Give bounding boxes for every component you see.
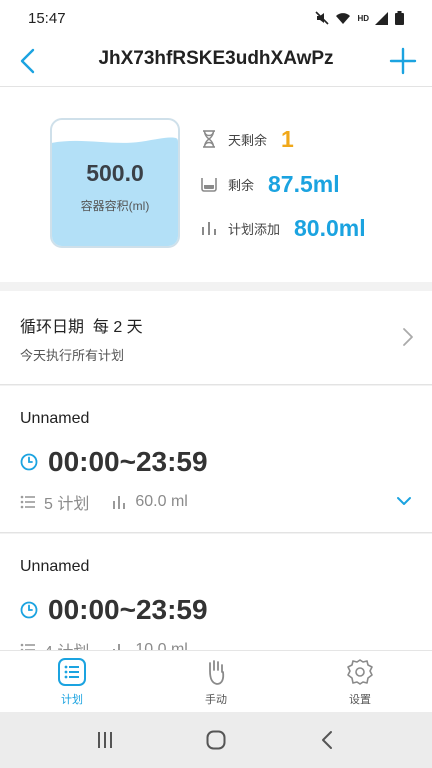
plan-volume: 10.0 ml — [135, 641, 188, 650]
app-bar: JhX73hfRSKE3udhXAwPz — [0, 36, 432, 87]
back-icon — [321, 731, 332, 749]
stat-planned-addition: 计划添加 80.0ml — [198, 213, 366, 243]
stat-value: 80.0ml — [294, 214, 366, 241]
stat-label: 剩余 — [228, 177, 255, 193]
mute-icon — [315, 11, 330, 25]
stat-label: 计划添加 — [228, 221, 281, 237]
bar-chart-small-icon — [113, 644, 121, 650]
stat-value: 87.5ml — [268, 170, 340, 197]
plan-time-range: 00:00~23:59 — [48, 446, 208, 477]
plan-count: 5 计划 — [44, 496, 90, 513]
tank-overview-card: 500.0 容器容积(ml) 天剩余 1 剩余 87.5ml 计划添加 80.0… — [0, 87, 432, 282]
plan-name: Unnamed — [20, 558, 90, 575]
plan-time-row: 00:00~23:59 — [20, 594, 208, 626]
gear-icon — [347, 659, 373, 685]
tab-label: 计划 — [61, 694, 83, 706]
plan-meta: 5 计划 60.0 ml — [20, 490, 188, 514]
bar-chart-small-icon — [113, 496, 126, 509]
tank-capacity-label: 容器容积(ml) — [80, 199, 150, 213]
tab-plan[interactable]: 计划 — [0, 651, 144, 713]
stat-label: 天剩余 — [228, 132, 268, 148]
plan-card[interactable]: Unnamed 00:00~23:59 5 计划 60.0 ml — [0, 386, 432, 533]
network-badge: HD — [357, 13, 369, 23]
home-icon — [206, 730, 226, 750]
hand-icon — [209, 660, 225, 685]
tab-manual[interactable]: 手动 — [144, 651, 288, 713]
list-small-icon — [20, 643, 35, 650]
signal-icon — [375, 11, 388, 25]
tab-label: 设置 — [349, 694, 371, 706]
hourglass-icon — [203, 130, 215, 148]
add-button[interactable] — [388, 44, 418, 78]
status-bar: 15:47 HD — [0, 0, 432, 36]
cup-icon — [201, 178, 217, 192]
stat-remaining: 剩余 87.5ml — [198, 169, 340, 199]
battery-icon — [395, 11, 404, 25]
chevron-right-icon — [403, 328, 413, 346]
tank-capacity-value: 500.0 — [86, 160, 144, 186]
stat-value: 1 — [281, 125, 294, 152]
wifi-icon — [336, 12, 351, 24]
back-button[interactable] — [14, 44, 44, 78]
system-nav-bar — [0, 712, 432, 768]
cycle-title: 循环日期 每 2 天 — [20, 319, 143, 336]
plan-time-row: 00:00~23:59 — [20, 446, 208, 478]
bottom-tab-bar: 计划 手动 设置 — [0, 650, 432, 713]
bar-chart-icon — [202, 222, 216, 235]
plus-icon — [389, 47, 417, 75]
list-small-icon — [20, 495, 35, 509]
tank-graphic: 500.0 容器容积(ml) — [50, 118, 180, 248]
chevron-left-icon — [20, 48, 35, 74]
stat-days-remaining: 天剩余 1 — [198, 124, 294, 154]
plan-name: Unnamed — [20, 410, 90, 427]
home-button[interactable] — [196, 720, 236, 760]
recent-apps-icon — [98, 732, 113, 748]
cycle-subtitle: 今天执行所有计划 — [20, 348, 125, 363]
clock-icon — [20, 453, 38, 471]
plan-meta: 4 计划 10.0 ml — [20, 638, 188, 650]
plan-volume: 60.0 ml — [135, 493, 188, 510]
chevron-down-icon[interactable] — [396, 496, 412, 506]
recent-apps-button[interactable] — [85, 720, 125, 760]
nav-back-button[interactable] — [307, 720, 347, 760]
tab-label: 手动 — [205, 694, 227, 706]
status-time: 15:47 — [28, 9, 66, 27]
tab-settings[interactable]: 设置 — [288, 651, 432, 713]
plan-time-range: 00:00~23:59 — [48, 594, 208, 625]
clock-icon — [20, 601, 38, 619]
page-title: JhX73hfRSKE3udhXAwPz — [98, 48, 334, 69]
cycle-settings-row[interactable]: 循环日期 每 2 天 今天执行所有计划 — [0, 291, 432, 385]
plan-count: 4 计划 — [44, 638, 89, 650]
status-icons: HD — [315, 11, 404, 25]
list-icon — [58, 658, 86, 686]
plan-card[interactable]: Unnamed 00:00~23:59 4 计划 10.0 ml — [0, 534, 432, 650]
